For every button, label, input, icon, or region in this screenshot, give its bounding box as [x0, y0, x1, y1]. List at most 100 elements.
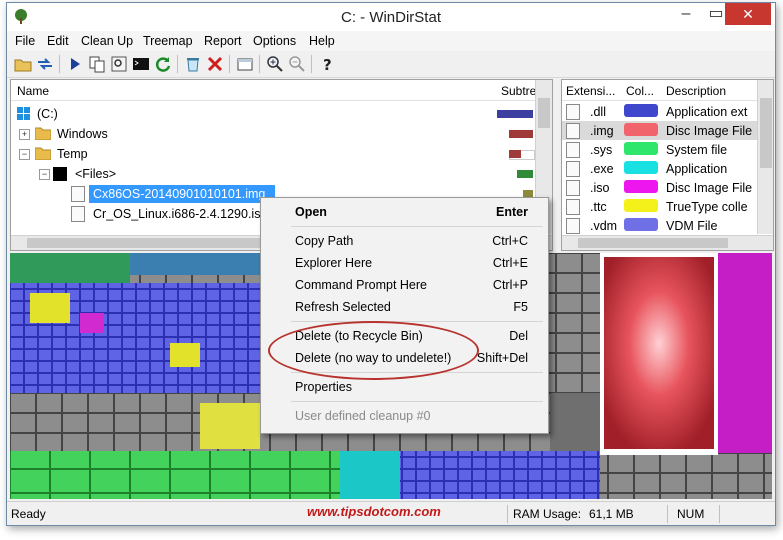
expand-icon[interactable]: +: [19, 129, 30, 140]
extension-row[interactable]: .sys System file: [562, 140, 757, 159]
menu-edit[interactable]: Edit: [47, 34, 69, 48]
extension-row[interactable]: .iso Disc Image File: [562, 178, 757, 197]
tree-label: <Files>: [75, 167, 116, 181]
extension-description: Disc Image File: [666, 181, 753, 195]
disc-image-icon: [71, 186, 85, 202]
column-subtree[interactable]: Subtre: [501, 84, 536, 98]
zoom-out-icon[interactable]: [287, 54, 307, 74]
tree-row-files[interactable]: − <Files>: [11, 164, 535, 184]
tree-column-header: Name Subtre: [11, 80, 536, 101]
extension-description: Application ext: [666, 105, 748, 119]
zoom-in-icon[interactable]: [265, 54, 285, 74]
subtree-bar: [517, 170, 533, 178]
menu-clean-up[interactable]: Clean Up: [81, 34, 133, 48]
scroll-thumb[interactable]: [760, 98, 772, 168]
column-extension[interactable]: Extensi...: [566, 84, 615, 98]
ctx-shortcut: Shift+Del: [476, 351, 528, 365]
extension-row[interactable]: .dll Application ext: [562, 102, 757, 121]
extension-vertical-scrollbar[interactable]: [757, 80, 773, 234]
close-button[interactable]: ✕: [725, 3, 771, 25]
delete-icon[interactable]: [205, 54, 225, 74]
file-type-icon: [566, 104, 580, 120]
status-text: Ready: [11, 507, 46, 521]
extension-list-pane: Extensi... Col... Description .dll Applic…: [561, 79, 774, 251]
column-color[interactable]: Col...: [626, 84, 654, 98]
extension-name: .dll: [590, 105, 606, 119]
ctx-label: Command Prompt Here: [295, 278, 427, 292]
menu-treemap[interactable]: Treemap: [143, 34, 193, 48]
tree-label: Cr_OS_Linux.i686-2.4.1290.iso: [93, 207, 268, 221]
ctx-label: Explorer Here: [295, 256, 373, 270]
extension-name: .img: [590, 124, 614, 138]
tree-row-drive[interactable]: (C:): [11, 104, 535, 124]
extension-color-swatch: [624, 180, 658, 193]
open-icon[interactable]: [13, 54, 33, 74]
extension-name: .iso: [590, 181, 610, 195]
extension-color-swatch: [624, 142, 658, 155]
scroll-thumb[interactable]: [578, 238, 728, 248]
tree-label: Cx86OS-20140901010101.img: [93, 187, 266, 201]
ctx-shortcut: Del: [509, 329, 528, 343]
ctx-label: Properties: [295, 380, 352, 394]
menu-report[interactable]: Report: [204, 34, 242, 48]
extension-name: .sys: [590, 143, 613, 157]
highlight-ellipse: [268, 321, 479, 380]
ctx-user-cleanup: User defined cleanup #0: [261, 406, 548, 426]
file-type-icon: [566, 199, 580, 215]
extension-row[interactable]: .vdm VDM File: [562, 216, 757, 235]
properties-icon[interactable]: [235, 54, 255, 74]
watermark: www.tipsdotcom.com: [307, 504, 441, 519]
extension-color-swatch: [624, 104, 658, 117]
extension-row[interactable]: .img Disc Image File: [562, 121, 757, 140]
recycle-icon[interactable]: [183, 54, 203, 74]
extension-row[interactable]: .exe Application: [562, 159, 757, 178]
cmd-icon[interactable]: [131, 54, 151, 74]
help-icon[interactable]: ?: [317, 54, 337, 74]
menu-options[interactable]: Options: [253, 34, 296, 48]
extension-name: .exe: [590, 162, 614, 176]
tree-row-windows[interactable]: + Windows: [11, 124, 535, 144]
extension-description: TrueType colle: [666, 200, 748, 214]
subtree-bar: [509, 130, 533, 138]
refresh-selected-icon[interactable]: [153, 54, 173, 74]
tree-row-temp[interactable]: − Temp: [11, 144, 535, 164]
refresh-icon[interactable]: [35, 54, 55, 74]
collapse-icon[interactable]: −: [19, 149, 30, 160]
extension-description: System file: [666, 143, 728, 157]
play-icon[interactable]: [65, 54, 85, 74]
status-bar: Ready www.tipsdotcom.com RAM Usage: 61,1…: [7, 501, 775, 525]
ctx-command-prompt[interactable]: Command Prompt Here Ctrl+P: [261, 275, 548, 295]
file-type-icon: [566, 123, 580, 139]
scroll-thumb[interactable]: [538, 98, 550, 128]
ctx-label: Copy Path: [295, 234, 354, 248]
extension-description: Application: [666, 162, 728, 176]
menu-file[interactable]: File: [15, 34, 35, 48]
ram-usage-value: 61,1 MB: [589, 507, 634, 521]
ctx-shortcut: Enter: [496, 205, 528, 219]
ctx-copy-path[interactable]: Copy Path Ctrl+C: [261, 231, 548, 251]
ctx-properties[interactable]: Properties: [261, 377, 548, 397]
menu-bar: File Edit Clean Up Treemap Report Option…: [7, 31, 775, 51]
file-type-icon: [566, 218, 580, 234]
menu-help[interactable]: Help: [309, 34, 335, 48]
ctx-open[interactable]: Open Enter: [261, 202, 548, 222]
extension-color-swatch: [624, 199, 658, 212]
copy-icon[interactable]: [87, 54, 107, 74]
ctx-label: Open: [295, 205, 327, 219]
ctx-explorer-here[interactable]: Explorer Here Ctrl+E: [261, 253, 548, 273]
extension-description: Disc Image File: [666, 124, 753, 138]
ctx-refresh-selected[interactable]: Refresh Selected F5: [261, 297, 548, 317]
folder-icon: [35, 147, 51, 160]
context-menu: Open Enter Copy Path Ctrl+C Explorer Here C…: [260, 197, 549, 434]
extension-color-swatch: [624, 218, 658, 231]
tree-label: (C:): [37, 107, 58, 121]
column-name[interactable]: Name: [17, 84, 49, 98]
ctx-label: Refresh Selected: [295, 300, 391, 314]
explorer-icon[interactable]: [109, 54, 129, 74]
extension-row[interactable]: .ttc TrueType colle: [562, 197, 757, 216]
collapse-icon[interactable]: −: [39, 169, 50, 180]
window-title: C: - WinDirStat: [340, 9, 441, 26]
extension-horizontal-scrollbar[interactable]: [562, 235, 773, 250]
column-description[interactable]: Description: [666, 84, 726, 98]
minimize-button[interactable]: –: [671, 3, 701, 25]
